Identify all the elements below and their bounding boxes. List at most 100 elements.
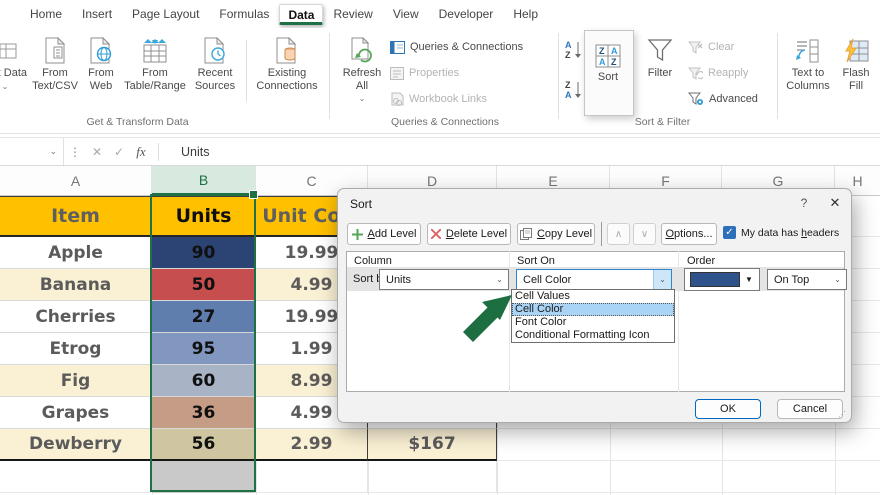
reapply-filter-button[interactable]: Reapply [688,64,748,82]
sort-by-column-select[interactable]: Units ⌄ [379,269,509,290]
help-icon[interactable]: ? [795,196,813,210]
tab-help[interactable]: Help [503,1,548,27]
cell-units[interactable]: 50 [152,269,256,301]
more-handle-icon[interactable]: ⋮ [64,145,86,159]
cell-item[interactable]: Cherries [0,301,152,333]
formula-input[interactable]: Units [181,145,209,159]
sort-on-select[interactable]: Cell Color ⌄ [516,269,672,290]
cell-item[interactable]: Etrog [0,333,152,365]
options-label: Options... [665,228,713,240]
chevron-down-icon: ⌄ [834,275,841,284]
tab-data[interactable]: Data [279,3,324,25]
cell-total[interactable]: $167 [368,429,497,461]
options-button[interactable]: Options... [661,223,717,245]
cell-units[interactable]: 56 [152,429,256,461]
filter-funnel-icon [638,32,682,64]
selected-empty-cell[interactable] [152,461,256,493]
workbook-links-icon [391,92,404,106]
reapply-filter-label: Reapply [708,67,749,79]
flash-fill-button[interactable]: Flash Fill [836,32,876,92]
text-to-columns-button[interactable]: Text to Columns [783,32,833,92]
column-header-a[interactable]: A [0,166,152,195]
cell-item[interactable]: Banana [0,269,152,301]
insert-function-icon[interactable]: fx [130,144,152,160]
from-web-button[interactable]: From Web [79,32,123,92]
clear-filter-button[interactable]: Clear [688,38,734,56]
add-level-button[interactable]: Add Level [347,223,421,245]
tab-view[interactable]: View [383,1,429,27]
tab-review[interactable]: Review [323,1,382,27]
sort-za-icon: ZA [565,80,581,99]
cell-units[interactable]: 27 [152,301,256,333]
advanced-filter-button[interactable]: Advanced [688,90,758,108]
order-color-picker[interactable]: ▼ [684,268,760,291]
order-position-select[interactable]: On Top ⌄ [767,269,847,290]
cell-units[interactable]: 90 [152,237,256,269]
cell[interactable] [256,461,368,493]
copy-level-button[interactable]: Copy Level [517,223,595,245]
properties-button[interactable]: Properties [390,64,459,82]
delete-level-label: Delete Level [445,228,508,240]
chevron-down-icon: ⌄ [49,146,57,156]
dropdown-option-font-color[interactable]: Font Color [512,316,674,329]
cell-units[interactable]: 60 [152,365,256,397]
cell-item[interactable]: Grapes [0,397,152,429]
my-data-has-headers-checkbox[interactable]: ✓ [723,226,736,239]
cell[interactable] [0,461,152,493]
properties-label: Properties [409,67,460,79]
cancel-icon[interactable]: ✕ [86,145,108,159]
from-text-csv-button[interactable]: From Text/CSV [29,32,81,92]
filter-button[interactable]: Filter [638,32,682,80]
dropdown-option-cell-color[interactable]: Cell Color [512,303,674,316]
tab-formulas[interactable]: Formulas [209,1,279,27]
sort-a-to-z-button[interactable]: AZ [565,40,583,59]
existing-connections-button[interactable]: Existing Connections [252,32,322,92]
dropdown-option-conditional-formatting-icon[interactable]: Conditional Formatting Icon [512,329,674,342]
cell-unit-cost[interactable]: 2.99 [256,429,368,461]
name-box[interactable]: ⌄ [0,138,64,165]
recent-sources-button[interactable]: Recent Sources [189,32,241,92]
close-icon[interactable]: ✕ [825,195,845,211]
advanced-filter-label: Advanced [709,93,758,105]
sort-z-to-a-button[interactable]: ZA [565,80,583,99]
cancel-button[interactable]: Cancel [777,399,843,419]
queries-connections-button[interactable]: Queries & Connections [390,38,523,56]
resize-grip[interactable]: ⋰ [838,410,847,419]
header-cell-units[interactable]: Units [152,197,256,237]
cell-units[interactable]: 36 [152,397,256,429]
delete-level-button[interactable]: Delete Level [427,223,511,245]
enter-icon[interactable]: ✓ [108,145,130,159]
add-level-label: Add Level [367,228,417,240]
dropdown-option-cell-values[interactable]: Cell Values [512,290,674,303]
tab-home[interactable]: Home [20,1,72,27]
workbook-links-button[interactable]: Workbook Links [390,90,487,108]
get-data-label: Get Data [0,67,28,79]
group-label-get-transform: Get & Transform Data [86,116,189,128]
move-down-button[interactable]: ∨ [633,223,656,245]
column-label: Column [354,255,392,267]
globe-file-icon [79,32,123,64]
tab-insert[interactable]: Insert [72,1,122,27]
cell-item[interactable]: Apple [0,237,152,269]
cell-item[interactable]: Dewberry [0,429,152,461]
sort-button[interactable]: ZAAZ Sort [586,36,630,84]
refresh-all-label: Refresh All [342,67,382,92]
refresh-all-button[interactable]: Refresh All ⌄ [337,32,387,106]
move-up-button[interactable]: ∧ [607,223,630,245]
fill-handle[interactable] [249,190,258,199]
svg-text:Z: Z [599,46,605,56]
table-icon [124,32,186,64]
ok-button[interactable]: OK [695,399,761,419]
tab-page-layout[interactable]: Page Layout [122,1,209,27]
from-table-range-button[interactable]: From Table/Range [124,32,186,92]
get-data-icon [0,32,28,64]
cell-units[interactable]: 95 [152,333,256,365]
column-header-b[interactable]: B [152,166,256,195]
get-data-button[interactable]: Get Data ⌄ [0,32,28,93]
tab-developer[interactable]: Developer [429,1,504,27]
cell-item[interactable]: Fig [0,365,152,397]
header-cell-item[interactable]: Item [0,197,152,237]
cell[interactable] [368,461,497,493]
table-row: Dewberry 56 2.99 $167 [0,429,497,461]
sort-on-label: Sort On [517,255,555,267]
